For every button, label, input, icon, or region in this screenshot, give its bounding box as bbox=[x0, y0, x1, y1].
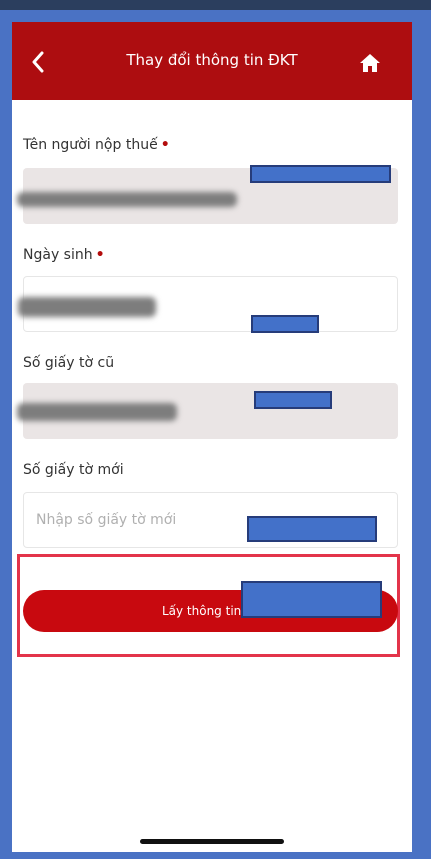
app-header: Thay đổi thông tin ĐKT bbox=[12, 22, 412, 100]
page-title: Thay đổi thông tin ĐKT bbox=[126, 51, 298, 69]
top-strip bbox=[0, 0, 431, 10]
birthdate-label: Ngày sinh • bbox=[23, 247, 105, 263]
new-id-field[interactable] bbox=[23, 492, 398, 548]
blurred-value bbox=[17, 403, 177, 421]
back-button[interactable] bbox=[24, 48, 52, 76]
old-id-label: Số giấy tờ cũ bbox=[23, 355, 114, 371]
taxpayer-name-label: Tên người nộp thuế • bbox=[23, 137, 170, 153]
old-id-field bbox=[17, 383, 398, 439]
redaction-box bbox=[254, 391, 332, 409]
redaction-box bbox=[241, 581, 382, 618]
phone-screen: Thay đổi thông tin ĐKT Tên người nộp thu… bbox=[12, 22, 412, 852]
old-id-label-text: Số giấy tờ cũ bbox=[23, 355, 115, 371]
required-marker: • bbox=[160, 137, 170, 153]
home-icon bbox=[360, 54, 380, 72]
birthdate-label-text: Ngày sinh bbox=[23, 247, 93, 263]
redaction-box bbox=[251, 315, 319, 333]
birthdate-field[interactable] bbox=[18, 276, 398, 333]
home-indicator[interactable] bbox=[140, 839, 284, 844]
redaction-box bbox=[250, 165, 391, 183]
blurred-value bbox=[17, 192, 237, 207]
taxpayer-name-field bbox=[17, 165, 398, 224]
home-button[interactable] bbox=[355, 48, 385, 78]
required-marker: • bbox=[95, 247, 105, 263]
chevron-left-icon bbox=[32, 51, 44, 73]
new-id-label-text: Số giấy tờ mới bbox=[23, 462, 124, 478]
redaction-box bbox=[247, 516, 377, 542]
new-id-label: Số giấy tờ mới bbox=[23, 462, 124, 478]
taxpayer-name-label-text: Tên người nộp thuế bbox=[23, 137, 158, 153]
blurred-value bbox=[18, 297, 156, 317]
